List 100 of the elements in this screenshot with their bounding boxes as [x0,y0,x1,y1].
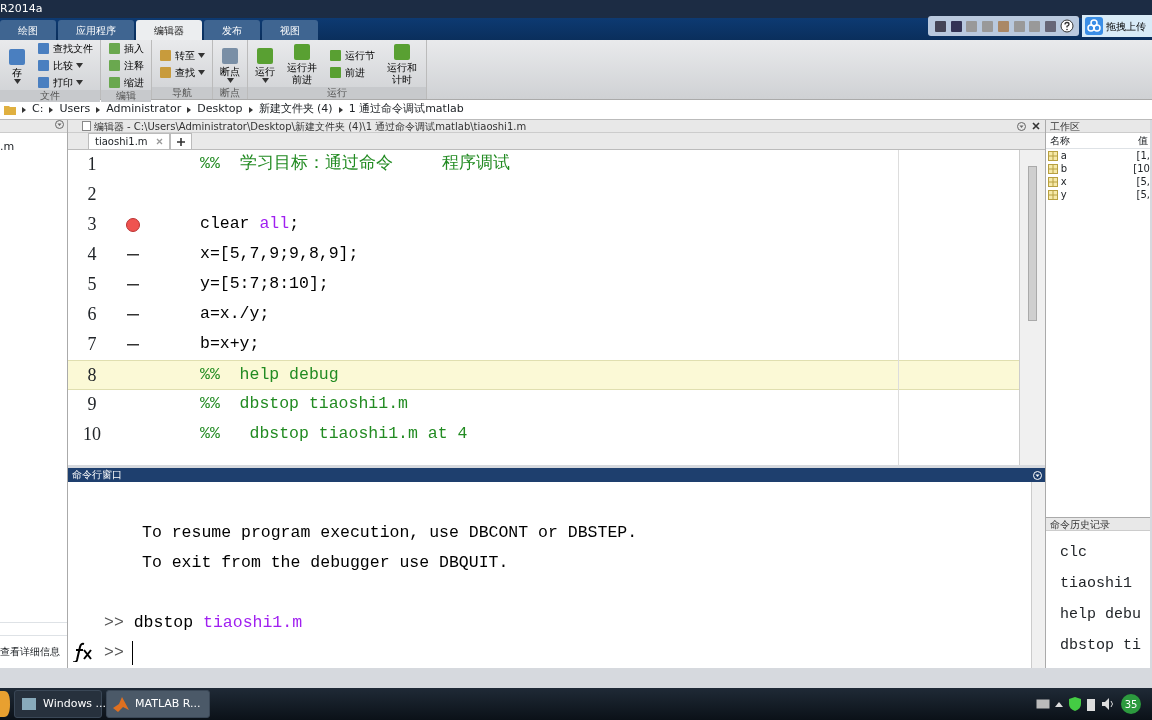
panel-menu-icon[interactable] [55,120,65,129]
line-number: 6 [86,303,98,326]
ribbon-button[interactable]: 运行和计时 [383,42,421,86]
path-segment[interactable]: Users [59,101,91,118]
scrollbar[interactable] [1019,150,1045,465]
ribbon-tab[interactable]: 视图 [262,20,318,40]
toolbar-icon [7,47,27,67]
editor-tab[interactable]: tiaoshi1.m [88,133,170,149]
taskbar-button[interactable]: MATLAB R... [106,690,210,718]
panel-title: 命令历史记录 [1050,519,1110,530]
ribbon-button[interactable]: 转至 [157,48,207,63]
toolbar-icon [292,42,312,62]
details-label: 查看详细信息 [0,645,61,659]
code-line: clear all; [199,213,300,236]
variable-name[interactable]: x [1060,174,1067,189]
caret-icon[interactable] [226,77,234,83]
group-label: 导航 [152,87,212,99]
code-line: %% 学习目标：通过命令 程序调试 [199,152,511,176]
ribbon-button[interactable]: 运行节 [327,48,377,63]
code-line: y=[5:7;8:10]; [199,273,329,296]
line-number: 7 [86,333,98,356]
history-item[interactable]: dbstop ti [1046,629,1150,661]
ribbon-button[interactable]: 断点 [218,45,242,83]
window-title: R2014a [0,0,43,17]
scrollbar[interactable] [1031,482,1045,668]
column-header[interactable]: 值 [1134,133,1150,148]
code-line: %% dbstop tiaoshi1.m [199,393,408,416]
dropdown-field[interactable] [0,622,67,636]
console-output: To resume program execution, use DBCONT or DBSTEP. [142,522,638,542]
caret-icon[interactable] [76,63,83,68]
line-number: 2 [86,183,98,206]
group-label: 文件 [0,90,100,102]
path-segment[interactable]: C: [32,101,44,118]
shield-icon[interactable] [1068,697,1081,711]
ribbon-button[interactable]: 插入 [106,41,146,56]
variable-value: [1, [1135,149,1150,163]
upload-button[interactable]: 拖拽上传 [1082,15,1152,37]
toolbar-icon [329,66,342,79]
path-segment[interactable]: 新建文件夹 (4) [258,101,333,118]
chevron-icon [22,106,26,113]
caret-icon[interactable] [13,79,21,84]
badge-count[interactable]: 35 [1121,694,1141,714]
panel-menu-icon[interactable] [1017,121,1026,131]
ribbon-tab[interactable]: 应用程序 [58,20,134,40]
keyboard-icon[interactable] [1035,699,1050,709]
matrix-icon [1048,189,1058,200]
path-segment[interactable]: Desktop [197,101,243,118]
ribbon-button[interactable]: 缩进 [106,75,146,90]
matrix-icon [1048,163,1058,174]
caret-icon[interactable] [198,70,205,75]
help-icon[interactable] [1059,19,1074,33]
chevron-up-icon[interactable] [1055,701,1063,707]
toolbar-icon[interactable] [933,19,947,33]
history-item[interactable]: help debu [1046,598,1150,630]
caret-icon[interactable] [198,53,205,58]
ribbon-button[interactable]: 运行并前进 [283,42,321,86]
variable-value: [5, [1135,175,1150,189]
panel-title: 工作区 [1050,121,1080,132]
column-header[interactable]: 名称 [1046,133,1134,148]
ribbon-button[interactable]: 前进 [327,65,377,80]
window-icon [21,696,37,712]
ribbon-button[interactable]: 查找文件 [35,41,95,56]
ribbon-button[interactable]: 注释 [106,58,146,73]
chevron-icon [248,106,253,113]
matrix-icon [1048,150,1058,161]
ribbon-button[interactable]: 比较 [35,58,95,73]
code-line: %% help debug [199,363,339,386]
ribbon-button[interactable]: 打印 [35,75,95,90]
battery-icon[interactable] [1086,697,1096,711]
toolbar-icon[interactable] [949,19,963,33]
breakpoint-icon[interactable] [126,217,140,232]
path-segment[interactable]: 1 通过命令调试matlab [348,101,464,118]
variable-name[interactable]: b [1060,161,1068,176]
plus-icon[interactable] [176,137,185,146]
ribbon-tab[interactable]: 绘图 [0,20,56,40]
line-number: 1 [86,153,98,176]
path-segment[interactable]: Administrator [106,101,182,118]
speaker-icon[interactable] [1101,698,1116,710]
variable-name[interactable]: a [1060,148,1067,163]
fx-icon[interactable] [72,642,94,662]
line-number: 9 [86,393,98,416]
file-item[interactable]: .m [0,138,67,155]
caret-icon[interactable] [261,77,269,83]
history-item[interactable]: tiaoshi1 [1046,567,1150,599]
line-number: 4 [86,243,98,266]
ribbon-tab[interactable]: 编辑器 [136,20,202,40]
ribbon-tab[interactable]: 发布 [204,20,260,40]
toolbar-icon [108,59,121,72]
code-line: %% dbstop tiaoshi1.m at 4 [199,423,468,446]
close-icon[interactable] [1031,121,1040,130]
ribbon-button[interactable]: 查找 [157,65,207,80]
ribbon-button[interactable]: 存 [5,47,29,84]
ribbon-button[interactable]: 运行 [253,45,277,83]
matrix-icon [1048,176,1058,187]
history-item[interactable]: clc [1046,536,1150,568]
start-icon[interactable] [0,691,10,717]
panel-title: 命令行窗口 [72,468,122,482]
variable-name[interactable]: y [1060,187,1067,202]
caret-icon[interactable] [76,80,83,85]
cloud-icon [1084,17,1103,35]
